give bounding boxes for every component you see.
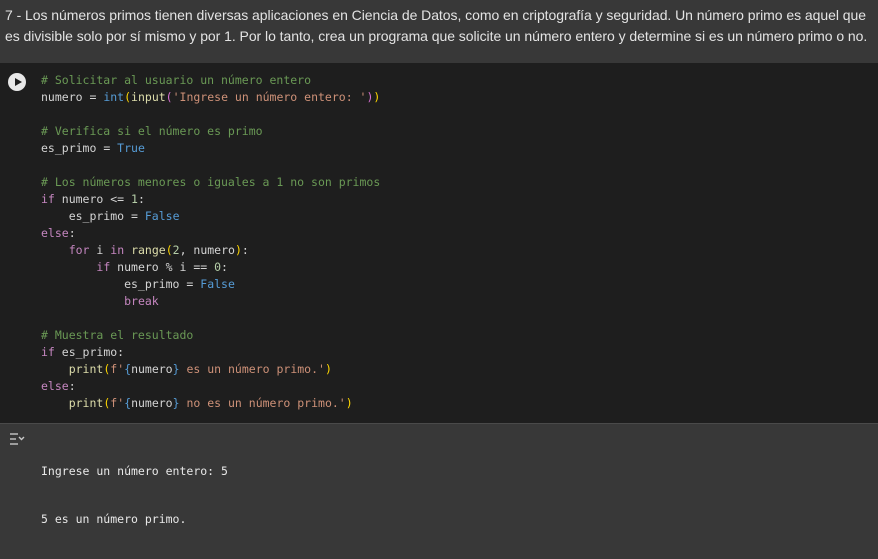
code-line: es_primo = False	[41, 208, 380, 225]
code-token: es un número primo.'	[179, 362, 325, 376]
code-token: }	[172, 362, 180, 376]
code-token: )	[234, 243, 242, 257]
code-token: True	[117, 141, 145, 155]
code-token: input	[131, 90, 166, 104]
exercise-text-cell: 7 - Los números primos tienen diversas a…	[0, 0, 878, 62]
code-token: es_primo:	[54, 345, 125, 359]
code-token: numero	[131, 362, 173, 376]
code-token: # Muestra el resultado	[41, 328, 194, 342]
code-token: 1	[131, 192, 138, 206]
run-cell-button[interactable]	[8, 73, 26, 91]
code-token: (	[165, 90, 173, 104]
code-token: 0	[214, 260, 222, 274]
exercise-description: 7 - Los números primos tienen diversas a…	[5, 7, 868, 44]
code-token: (	[124, 90, 132, 104]
code-token: (	[165, 243, 173, 257]
code-token: print	[68, 362, 104, 376]
code-token: es_primo	[41, 141, 97, 155]
code-token: break	[124, 294, 159, 308]
code-token: i	[89, 243, 111, 257]
code-line: es_primo = True	[41, 140, 380, 157]
code-token: else	[41, 379, 69, 393]
code-line: # Muestra el resultado	[41, 327, 380, 344]
code-token: :	[68, 379, 76, 393]
code-line: # Verifica si el número es primo	[41, 123, 380, 140]
output-line: Ingrese un número entero: 5	[41, 464, 228, 478]
code-token: numero % i ==	[110, 260, 215, 274]
code-token: =	[179, 277, 201, 291]
code-token: f'	[110, 396, 125, 410]
code-token: # Verifica si el número es primo	[41, 124, 263, 138]
cell-output: Ingrese un número entero: 5 5 es un núme…	[0, 423, 878, 526]
code-token: no es un número primo.'	[179, 396, 346, 410]
code-token: if	[96, 260, 111, 274]
code-token: :	[241, 243, 249, 257]
code-token: 2	[172, 243, 180, 257]
code-token: )	[373, 90, 381, 104]
code-token: if	[41, 345, 55, 359]
code-token: for	[68, 243, 90, 257]
code-line: for i in range(2, numero):	[41, 242, 380, 259]
code-token: es_primo	[41, 277, 180, 291]
code-token: =	[82, 90, 104, 104]
code-token: # Los números menores o iguales a 1 no s…	[41, 175, 381, 189]
code-line: # Solicitar al usuario un número entero	[41, 72, 380, 89]
code-token: , numero	[179, 243, 235, 257]
code-line: print(f'{numero} no es un número primo.'…	[41, 395, 380, 412]
code-token: =	[96, 141, 118, 155]
code-token: }	[172, 396, 180, 410]
output-line: 5 es un número primo.	[41, 512, 187, 526]
code-token: es_primo	[41, 209, 125, 223]
code-token: )	[345, 396, 353, 410]
code-line: # Los números menores o iguales a 1 no s…	[41, 174, 380, 191]
code-token: :	[221, 260, 228, 274]
code-line: else:	[41, 225, 380, 242]
code-token: numero <=	[54, 192, 132, 206]
code-token: :	[68, 226, 76, 240]
code-line: else:	[41, 378, 380, 395]
code-line: numero = int(input('Ingrese un número en…	[41, 89, 380, 106]
code-line: if es_primo:	[41, 344, 380, 361]
code-token: numero	[131, 396, 173, 410]
code-line: es_primo = False	[41, 276, 380, 293]
code-token: f'	[110, 362, 125, 376]
code-token: print	[68, 396, 104, 410]
code-token: False	[200, 277, 235, 291]
code-cell[interactable]: # Solicitar al usuario un número entero n…	[0, 63, 878, 423]
code-token: if	[41, 192, 55, 206]
code-line: if numero <= 1:	[41, 191, 380, 208]
code-token: in	[110, 243, 125, 257]
code-line: break	[41, 293, 380, 310]
code-token: else	[41, 226, 69, 240]
code-token: =	[124, 209, 145, 223]
code-token: 'Ingrese un número entero: '	[172, 90, 367, 104]
code-token: :	[137, 192, 145, 206]
code-token: )	[324, 362, 332, 376]
code-token: numero	[41, 90, 83, 104]
code-token: False	[144, 209, 180, 223]
code-line: print(f'{numero} es un número primo.')	[41, 361, 380, 378]
code-editor[interactable]: # Solicitar al usuario un número entero n…	[41, 72, 380, 412]
code-token: int	[103, 90, 125, 104]
code-line: if numero % i == 0:	[41, 259, 380, 276]
code-token: range	[131, 243, 166, 257]
output-text: Ingrese un número entero: 5 5 es un núme…	[41, 431, 228, 559]
code-token: # Solicitar al usuario un número entero	[41, 73, 312, 87]
output-toggle-icon[interactable]	[9, 432, 25, 446]
